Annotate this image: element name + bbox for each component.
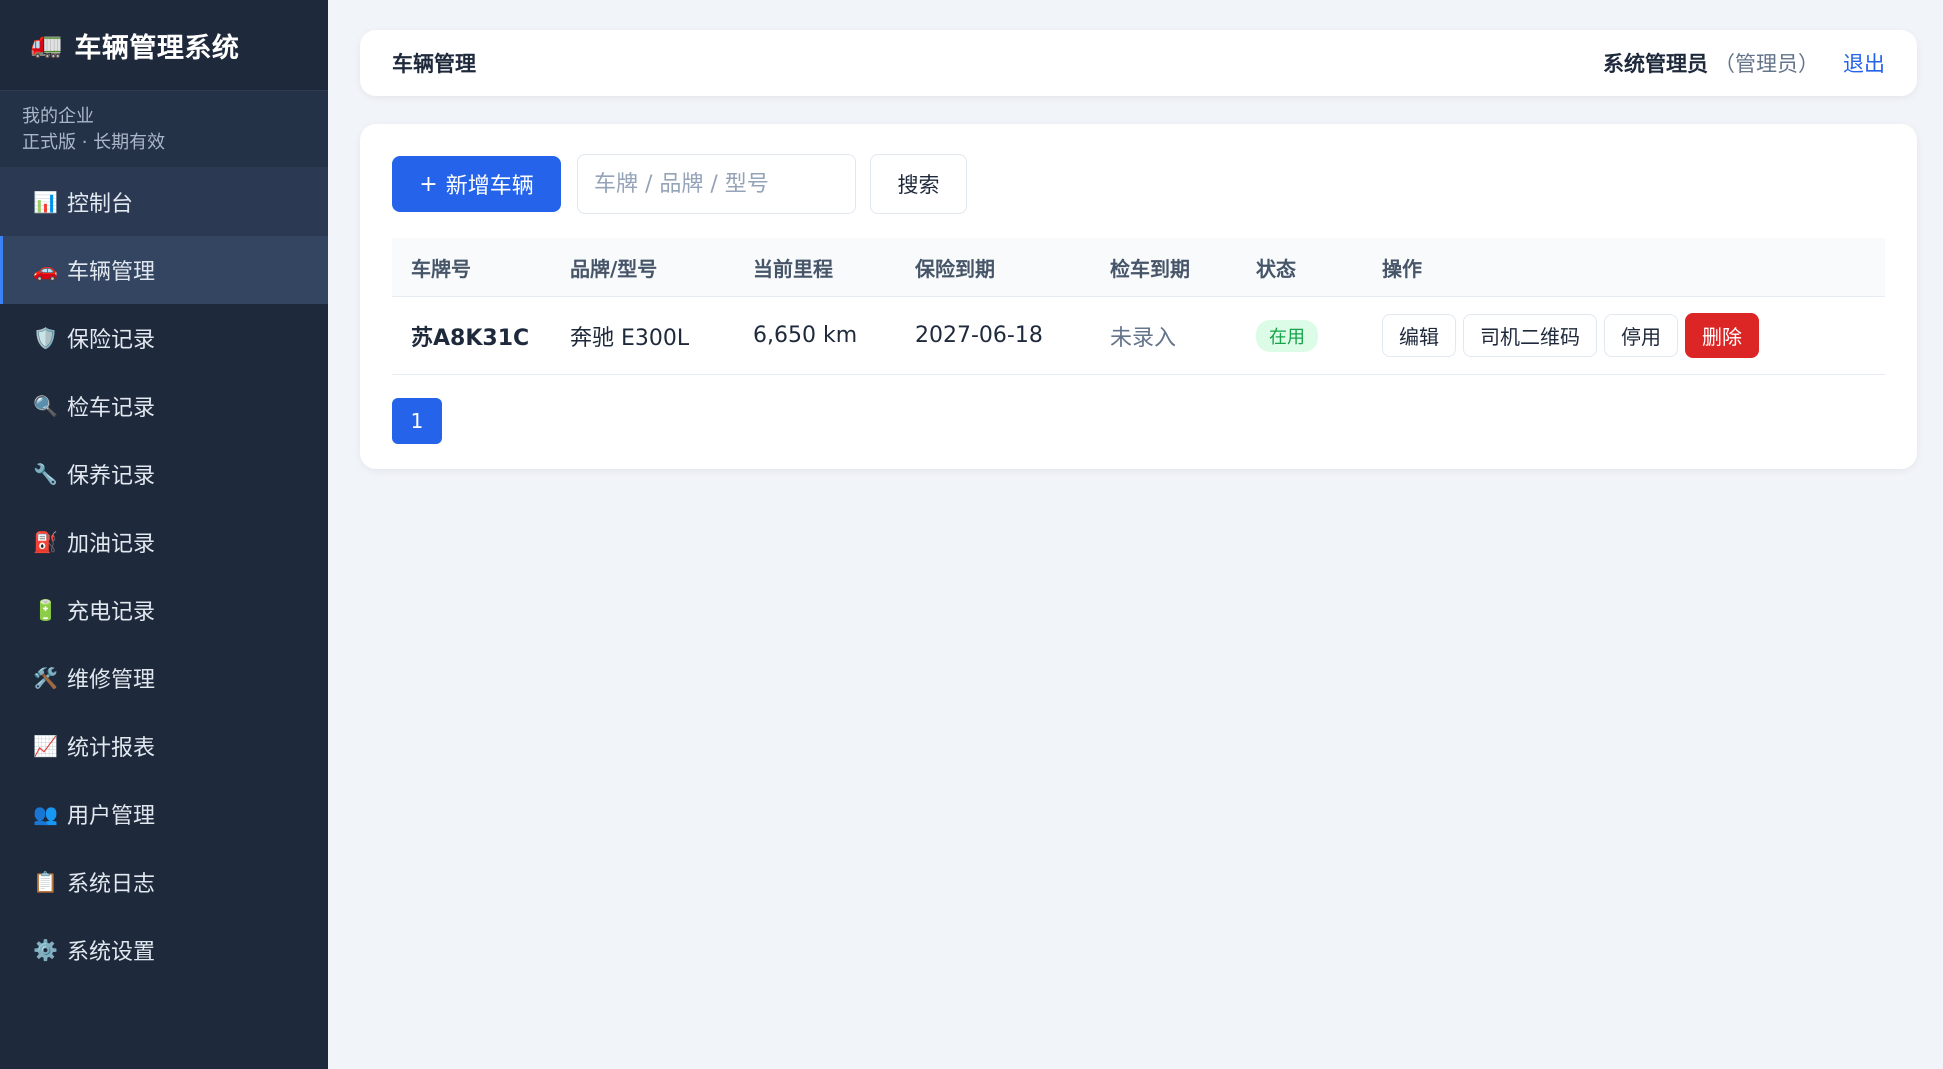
sidebar-item-label: 系统设置: [67, 940, 156, 965]
status-badge: 在用: [1256, 319, 1318, 352]
search-input[interactable]: [577, 154, 856, 214]
cell-model: 奔驰 E300L: [570, 325, 690, 351]
column-header-actions: 操作: [1382, 256, 1422, 281]
column-header-plate: 车牌号: [411, 256, 471, 281]
car-icon: 🚗: [33, 258, 58, 282]
sidebar-item-fuel[interactable]: ⛽ 加油记录: [0, 508, 328, 576]
org-name: 我的企业: [22, 106, 94, 127]
driver-qr-button[interactable]: 司机二维码: [1463, 314, 1597, 357]
sidebar-nav: 📊 控制台 🚗 车辆管理 🛡️ 保险记录 🔍 检车记录 🔧 保养记录 ⛽ 加油记…: [0, 168, 328, 984]
sidebar-item-users[interactable]: 👥 用户管理: [0, 780, 328, 848]
page-title: 车辆管理: [392, 52, 476, 76]
logout-link[interactable]: 退出: [1843, 48, 1885, 78]
org-info: 我的企业 正式版 · 长期有效: [0, 91, 328, 168]
cell-mileage: 6,650 km: [753, 323, 858, 348]
column-header-model: 品牌/型号: [570, 256, 658, 281]
sidebar-item-logs[interactable]: 📋 系统日志: [0, 848, 328, 916]
column-header-mileage: 当前里程: [753, 256, 833, 281]
table-row: 苏A8K31C 奔驰 E300L 6,650 km 2027-06-18 未录入…: [392, 297, 1885, 375]
org-plan: 正式版 · 长期有效: [22, 132, 166, 153]
column-header-insurance: 保险到期: [915, 256, 995, 281]
trend-chart-icon: 📈: [33, 734, 58, 758]
shield-icon: 🛡️: [33, 326, 58, 350]
bar-chart-icon: 📊: [33, 190, 58, 214]
sidebar-item-label: 控制台: [67, 192, 134, 217]
sidebar-item-label: 保养记录: [67, 464, 156, 489]
sidebar: 🚛 车辆管理系统 我的企业 正式版 · 长期有效 📊 控制台 🚗 车辆管理 🛡️…: [0, 0, 328, 1069]
cell-insurance-due: 2027-06-18: [915, 323, 1043, 348]
user-role: （管理员）: [1714, 52, 1819, 76]
column-header-status: 状态: [1256, 256, 1296, 281]
sidebar-item-label: 加油记录: [67, 532, 156, 557]
sidebar-item-repair[interactable]: 🛠️ 维修管理: [0, 644, 328, 712]
app-root: 🚛 车辆管理系统 我的企业 正式版 · 长期有效 📊 控制台 🚗 车辆管理 🛡️…: [0, 0, 1943, 1069]
sidebar-item-insurance[interactable]: 🛡️ 保险记录: [0, 304, 328, 372]
delete-button[interactable]: 删除: [1685, 313, 1759, 358]
battery-icon: 🔋: [33, 598, 58, 622]
sidebar-item-label: 系统日志: [67, 872, 156, 897]
add-vehicle-label: 新增车辆: [445, 174, 534, 199]
pagination: 1: [392, 398, 1885, 444]
search-button[interactable]: 搜索: [870, 154, 967, 214]
sidebar-item-label: 检车记录: [67, 396, 156, 421]
sidebar-item-label: 充电记录: [67, 600, 156, 625]
plus-icon: +: [419, 171, 438, 197]
page-button-current[interactable]: 1: [392, 398, 442, 444]
user-info: 系统管理员 （管理员） 退出: [1603, 48, 1885, 78]
sidebar-item-label: 统计报表: [67, 736, 156, 761]
clipboard-icon: 📋: [33, 870, 58, 894]
sidebar-item-settings[interactable]: ⚙️ 系统设置: [0, 916, 328, 984]
sidebar-item-dashboard[interactable]: 📊 控制台: [0, 168, 328, 236]
gear-icon: ⚙️: [33, 938, 58, 962]
sidebar-item-reports[interactable]: 📈 统计报表: [0, 712, 328, 780]
cell-inspection-due: 未录入: [1110, 325, 1177, 351]
disable-button[interactable]: 停用: [1604, 314, 1678, 357]
sidebar-item-label: 维修管理: [67, 668, 156, 693]
tools-icon: 🛠️: [33, 666, 58, 690]
fuel-pump-icon: ⛽: [33, 530, 58, 554]
user-name: 系统管理员: [1603, 52, 1708, 76]
sidebar-item-label: 用户管理: [67, 804, 156, 829]
column-header-inspection: 检车到期: [1110, 256, 1190, 281]
cell-actions: 编辑 司机二维码 停用 删除: [1382, 313, 1885, 358]
vehicle-table: 车牌号 品牌/型号 当前里程 保险到期 检车到期 状态 操作 苏A8K31C 奔…: [392, 238, 1885, 375]
cell-plate: 苏A8K31C: [411, 325, 530, 351]
toolbar: + 新增车辆 搜索: [392, 154, 1885, 214]
magnifier-icon: 🔍: [33, 394, 58, 418]
top-bar: 车辆管理 系统管理员 （管理员） 退出: [360, 30, 1917, 96]
add-vehicle-button[interactable]: + 新增车辆: [392, 156, 561, 212]
truck-icon: 🚛: [30, 30, 63, 60]
edit-button[interactable]: 编辑: [1382, 314, 1456, 357]
sidebar-item-maintenance[interactable]: 🔧 保养记录: [0, 440, 328, 508]
brand: 🚛 车辆管理系统: [0, 0, 328, 91]
sidebar-item-label: 保险记录: [67, 328, 156, 353]
wrench-icon: 🔧: [33, 462, 58, 486]
app-title: 车辆管理系统: [74, 32, 240, 64]
users-icon: 👥: [33, 802, 58, 826]
sidebar-item-charging[interactable]: 🔋 充电记录: [0, 576, 328, 644]
sidebar-item-label: 车辆管理: [67, 260, 156, 285]
sidebar-item-vehicles[interactable]: 🚗 车辆管理: [0, 236, 328, 304]
main-content: 车辆管理 系统管理员 （管理员） 退出 + 新增车辆 搜索 车牌号 品牌/型号: [328, 0, 1943, 1069]
table-header: 车牌号 品牌/型号 当前里程 保险到期 检车到期 状态 操作: [392, 238, 1885, 297]
cell-status: 在用: [1256, 319, 1382, 352]
sidebar-item-inspection[interactable]: 🔍 检车记录: [0, 372, 328, 440]
vehicle-list-card: + 新增车辆 搜索 车牌号 品牌/型号 当前里程 保险到期 检车到期 状态 操作: [360, 124, 1917, 469]
